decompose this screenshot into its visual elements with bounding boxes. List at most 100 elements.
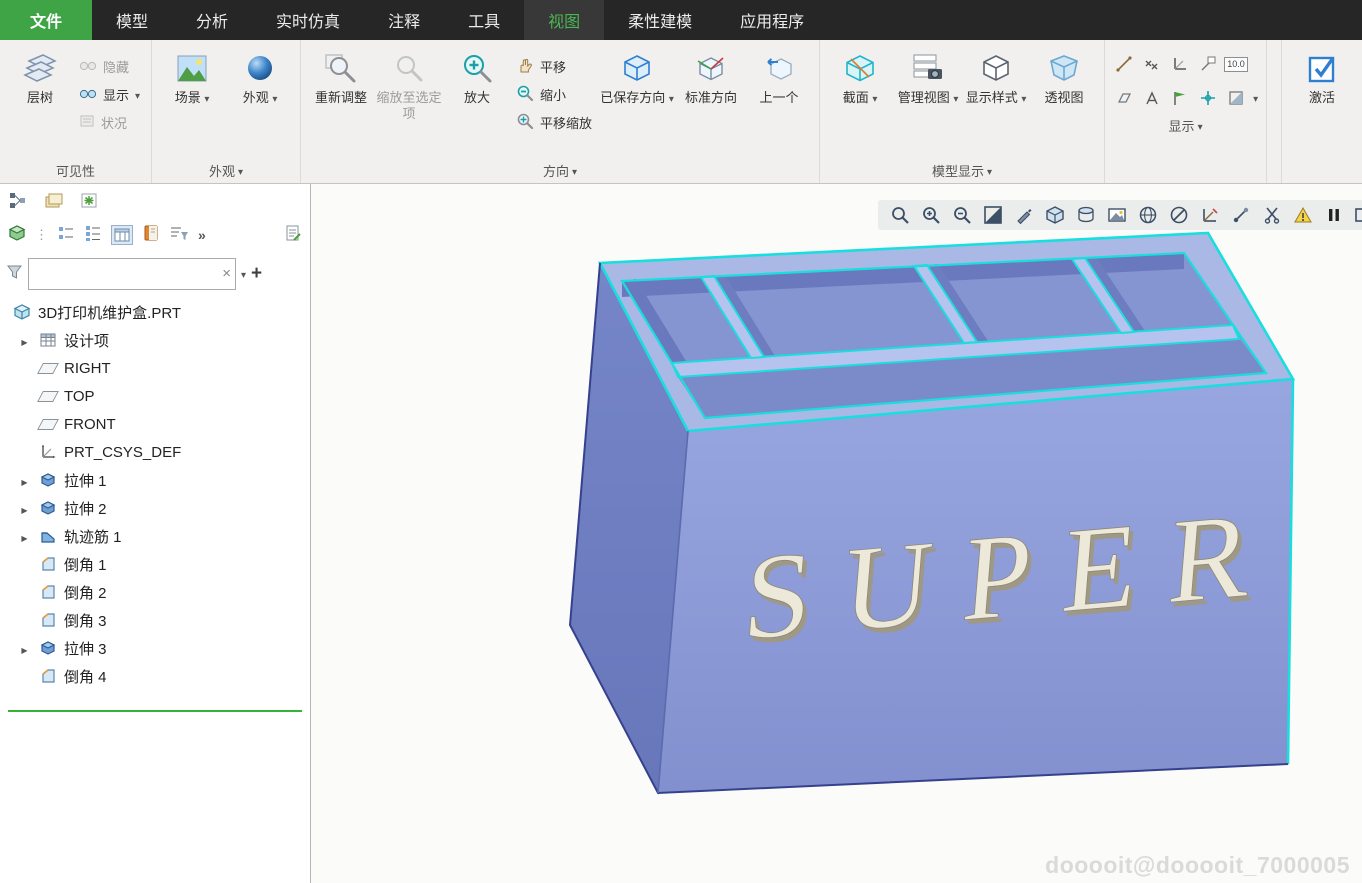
add-filter-icon[interactable] (251, 263, 262, 285)
tree-item-extrude-1[interactable]: 拉伸 1 (0, 466, 310, 494)
appearance-button[interactable]: 外观 (226, 46, 294, 110)
caret-down-icon[interactable] (1253, 89, 1258, 107)
zoom-in-icon[interactable] (919, 203, 943, 227)
tolerance-display-toggle[interactable]: 10.0 (1225, 54, 1247, 74)
perspective-button[interactable]: 透视图 (1030, 46, 1098, 110)
previous-button[interactable]: 上一个 (745, 46, 813, 110)
spin-center-toggle[interactable] (1197, 88, 1219, 108)
csys-display-toggle[interactable] (1169, 54, 1191, 74)
render-scene-icon[interactable] (1136, 203, 1160, 227)
section-cap-icon[interactable] (1074, 203, 1098, 227)
expand-arrow-icon[interactable] (18, 528, 31, 545)
tab-analysis[interactable]: 分析 (172, 0, 252, 40)
zoom-to-selected-button[interactable]: 缩放至选定项 (375, 46, 443, 125)
scene-button[interactable]: 场景 (158, 46, 226, 110)
expand-arrow-icon[interactable] (18, 500, 31, 517)
tab-flexible-modeling[interactable]: 柔性建模 (604, 0, 716, 40)
manage-views-icon (912, 50, 944, 86)
clear-search-icon[interactable] (222, 265, 231, 283)
box-zoom-icon[interactable] (888, 203, 912, 227)
layer-tree-button[interactable]: 层树 (6, 46, 74, 110)
tree-item-trajectory-rib-1[interactable]: 轨迹筋 1 (0, 522, 310, 550)
more-tools-chevron-icon[interactable] (198, 227, 206, 243)
datum-tag-display-toggle[interactable] (1197, 54, 1219, 74)
tree-item-csys[interactable]: PRT_CSYS_DEF (0, 438, 310, 466)
show-button[interactable]: 显示 (74, 82, 145, 107)
refit-button[interactable]: 重新调整 (307, 46, 375, 110)
refit-icon[interactable] (981, 203, 1005, 227)
tree-item-extrude-3[interactable]: 拉伸 3 (0, 634, 310, 662)
status-button[interactable]: 状况 (74, 110, 145, 135)
tree-settings-page-icon[interactable] (284, 224, 302, 247)
column-view-icon[interactable] (111, 225, 133, 245)
tree-item-extrude-2[interactable]: 拉伸 2 (0, 494, 310, 522)
tree-search-input[interactable] (33, 265, 222, 283)
activate-button[interactable]: 激活 (1288, 46, 1356, 110)
shade-cube-icon[interactable] (1043, 203, 1067, 227)
section-button[interactable]: 截面 (826, 46, 894, 110)
bookmarks-icon[interactable] (142, 224, 160, 247)
list-view-icon[interactable] (57, 224, 75, 247)
tree-item-chamfer-2[interactable]: 倒角 2 (0, 578, 310, 606)
zoom-out-button[interactable]: 缩小 (511, 82, 597, 107)
tree-item-top-plane[interactable]: TOP (0, 382, 310, 410)
zoom-in-button[interactable]: 放大 (443, 46, 511, 110)
connections-icon[interactable] (1229, 203, 1253, 227)
axis-display-toggle[interactable] (1113, 54, 1135, 74)
favorites-icon[interactable] (80, 192, 100, 215)
tree-insert-locator[interactable] (8, 710, 302, 712)
expand-arrow-icon[interactable] (18, 640, 31, 657)
manage-views-button[interactable]: 管理视图 (894, 46, 962, 110)
annotation-display-toggle[interactable] (1141, 88, 1163, 108)
plane-display-toggle[interactable] (1113, 88, 1135, 108)
tab-applications[interactable]: 应用程序 (716, 0, 828, 40)
model-tree-icon[interactable] (8, 191, 28, 216)
no-display-icon[interactable] (1167, 203, 1191, 227)
tree-item-right-plane[interactable]: RIGHT (0, 354, 310, 382)
tab-live-simulation[interactable]: 实时仿真 (252, 0, 364, 40)
datum-filter-icon[interactable] (1198, 203, 1222, 227)
notes-display-toggle[interactable] (1169, 88, 1191, 108)
perspective-icon (1049, 50, 1079, 86)
transparency-toggle[interactable] (1225, 88, 1247, 108)
warning-icon[interactable] (1291, 203, 1315, 227)
expand-arrow-icon[interactable] (18, 472, 31, 489)
overflow-clipped-icon[interactable] (1353, 203, 1362, 227)
active-model-icon[interactable] (8, 224, 26, 247)
display-style-button[interactable]: 显示样式 (962, 46, 1030, 110)
model-3d-view[interactable]: SUPER SUPER (311, 184, 1362, 883)
tree-item-chamfer-3[interactable]: 倒角 3 (0, 606, 310, 634)
filter-funnel-icon[interactable] (6, 264, 23, 285)
appearance-label: 外观 (243, 90, 278, 106)
detail-view-icon[interactable] (84, 224, 102, 247)
tree-item-design-items[interactable]: 设计项 (0, 326, 310, 354)
folder-browser-icon[interactable] (44, 192, 64, 215)
tree-item-root[interactable]: 3D打印机维护盒.PRT (0, 298, 310, 326)
image-capture-icon[interactable] (1105, 203, 1129, 227)
tree-item-chamfer-1[interactable]: 倒角 1 (0, 550, 310, 578)
tab-model[interactable]: 模型 (92, 0, 172, 40)
search-options-caret-icon[interactable] (241, 265, 246, 283)
tab-tools[interactable]: 工具 (444, 0, 524, 40)
pause-icon[interactable] (1322, 203, 1346, 227)
zoom-out-icon[interactable] (950, 203, 974, 227)
tab-file[interactable]: 文件 (0, 0, 92, 40)
tree-item-front-plane[interactable]: FRONT (0, 410, 310, 438)
pan-button[interactable]: 平移 (511, 54, 597, 79)
tree-item-chamfer-4[interactable]: 倒角 4 (0, 662, 310, 690)
standard-orientation-button[interactable]: 标准方向 (677, 46, 745, 110)
tab-view[interactable]: 视图 (524, 0, 604, 40)
point-display-toggle[interactable] (1141, 54, 1163, 74)
extrude-icon (38, 639, 57, 657)
tree-filter-icon[interactable] (169, 224, 189, 247)
pan-zoom-button[interactable]: 平移缩放 (511, 110, 597, 135)
trim-icon[interactable] (1260, 203, 1284, 227)
saved-orientations-button[interactable]: 已保存方向 (597, 46, 677, 110)
hide-button[interactable]: 隐藏 (74, 54, 145, 79)
graphics-viewport[interactable]: SUPER SUPER dooooit@dooooit_7000005 (311, 184, 1362, 883)
chamfer-icon (38, 611, 57, 629)
tab-annotate[interactable]: 注释 (364, 0, 444, 40)
repaint-icon[interactable] (1012, 203, 1036, 227)
expand-arrow-icon[interactable] (18, 332, 31, 349)
standard-orientation-icon (696, 50, 726, 86)
